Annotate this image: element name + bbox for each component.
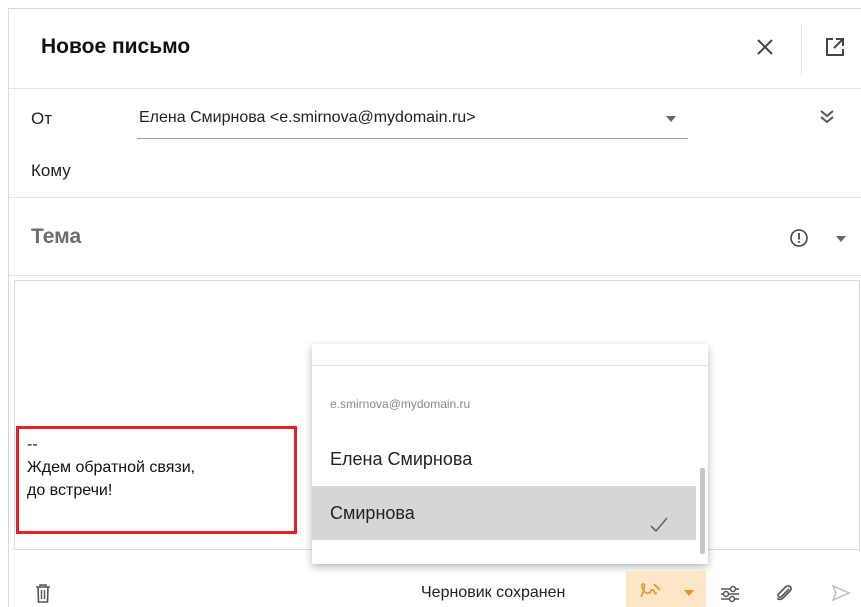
to-label[interactable]: Кому (31, 161, 71, 181)
dropdown-divider (312, 365, 708, 366)
signature-option[interactable]: Елена Смирнова (312, 432, 696, 486)
popout-icon[interactable] (824, 36, 846, 58)
compose-header: Новое письмо (9, 9, 861, 89)
subject-input[interactable]: Тема (31, 225, 81, 249)
signature-line: до встречи! (27, 482, 113, 499)
chevron-down-icon (666, 116, 676, 122)
trash-icon[interactable] (35, 583, 51, 603)
from-select[interactable]: Елена Смирнова <e.smirnova@mydomain.ru> (137, 99, 688, 139)
compose-footer: Черновик сохранен (9, 556, 861, 607)
signature-line: -- (27, 436, 38, 453)
signature-option-label: Смирнова (330, 503, 415, 523)
paperclip-icon[interactable] (774, 583, 794, 603)
signature-button[interactable] (626, 571, 706, 607)
recipients-divider (9, 197, 861, 198)
close-icon[interactable] (753, 35, 777, 59)
draft-status: Черновик сохранен (421, 584, 566, 601)
from-label: От (31, 109, 53, 128)
from-value: Елена Смирнова <e.smirnova@mydomain.ru> (139, 109, 476, 126)
signature-option-label: Елена Смирнова (330, 449, 473, 469)
signature-option-selected[interactable]: Смирнова (312, 486, 696, 540)
checkmark-icon (648, 503, 670, 533)
signature-block[interactable]: -- Ждем обратной связи, до встречи! (16, 426, 297, 534)
signature-pen-icon (640, 583, 661, 598)
header-divider (801, 23, 802, 75)
dropdown-group-label: e.smirnova@mydomain.ru (330, 397, 471, 411)
dropdown-scrollbar[interactable] (700, 468, 705, 554)
signature-dropdown: e.smirnova@mydomain.ru Елена Смирнова См… (312, 344, 708, 564)
importance-icon[interactable] (789, 228, 809, 248)
compose-window: Новое письмо От Елена Смирнова <e.smirno… (8, 8, 861, 607)
signature-line: Ждем обратной связи, (27, 459, 196, 476)
chevron-down-icon[interactable] (836, 236, 846, 242)
send-icon[interactable] (831, 583, 851, 603)
chevron-down-icon (684, 590, 694, 596)
subject-divider (9, 275, 861, 276)
window-title: Новое письмо (41, 35, 191, 58)
double-chevron-down-icon[interactable] (817, 107, 837, 127)
sliders-icon[interactable] (720, 585, 740, 603)
